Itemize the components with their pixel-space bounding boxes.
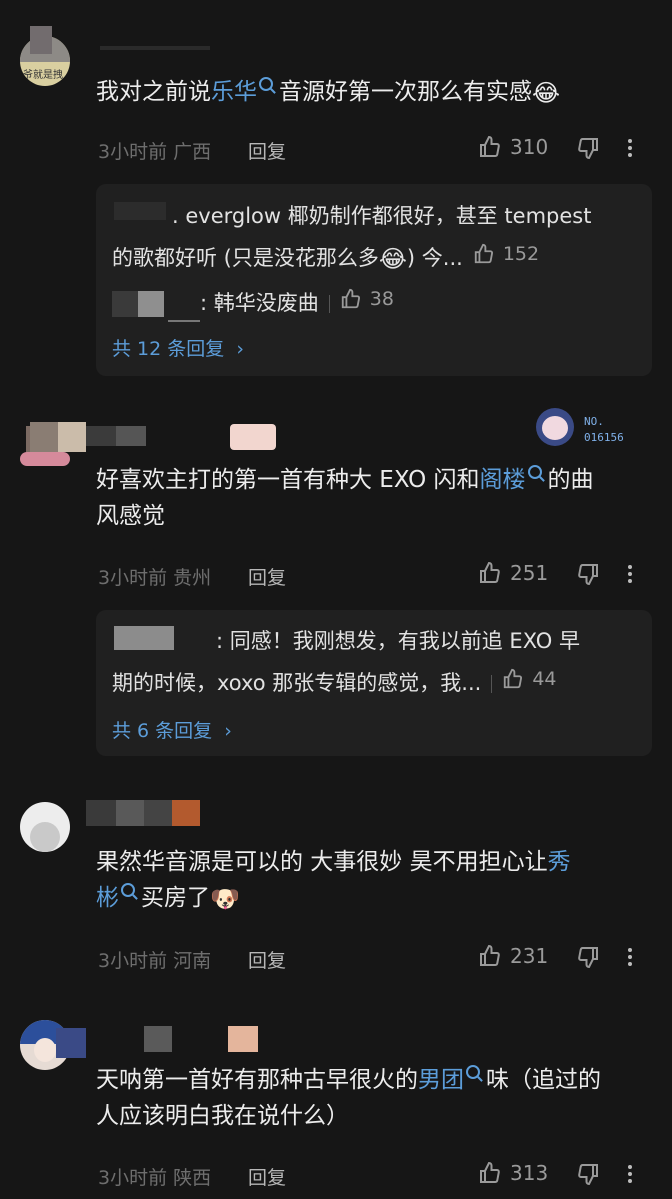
like-button[interactable]: 313 — [478, 1161, 548, 1185]
thumbs-down-icon — [578, 138, 598, 160]
reply-button[interactable]: 回复 — [248, 137, 286, 164]
keyword-link[interactable]: 彬 — [96, 885, 119, 911]
thumbs-up-icon — [480, 561, 500, 583]
laughing-emoji-icon: 😂 — [378, 245, 407, 273]
comment-item: NO. 016156 好喜欢主打的第一首有种大 EXO 闪和阁楼 的曲 风感觉 3… — [0, 400, 672, 770]
comment-text: 好喜欢主打的第一首有种大 EXO 闪和阁楼 的曲 风感觉 — [96, 465, 594, 529]
view-more-replies-button[interactable]: 共 12 条回复 › — [112, 334, 244, 361]
more-options-button[interactable] — [628, 1162, 634, 1186]
fan-badge-number: NO. 016156 — [584, 415, 624, 444]
like-button[interactable]: 251 — [478, 561, 548, 585]
username-blurred[interactable] — [172, 800, 200, 826]
search-icon — [466, 1065, 480, 1079]
username-blurred[interactable] — [86, 426, 116, 446]
avatar-label: 爷就是拽 — [23, 70, 63, 81]
comment-text: 我对之前说乐华 音源好第一次那么有实感😂 — [96, 74, 636, 111]
search-icon — [259, 77, 273, 91]
thumbs-up-icon — [341, 288, 360, 309]
comment-item: 天呐第一首好有那种古早很火的男团 味（追过的 人应该明白我在说什么） 3小时前 陕… — [0, 1010, 672, 1199]
username-blurred[interactable] — [144, 1026, 172, 1052]
keyword-link[interactable]: 阁楼 — [480, 467, 526, 493]
more-options-button[interactable] — [628, 562, 634, 586]
comment-meta: 3小时前 河南 — [98, 950, 212, 972]
thumbs-down-icon — [578, 564, 598, 586]
reply-text[interactable]: : 同感！我刚想发，有我以前追 EXO 早 期的时候，xoxo 那张专辑的感觉，… — [112, 622, 632, 702]
more-options-button[interactable] — [628, 945, 634, 969]
reply-like[interactable]: 44 — [502, 660, 557, 698]
search-icon — [527, 465, 542, 479]
comment-meta: 3小时前 广西 — [98, 141, 212, 163]
fan-badge[interactable] — [530, 402, 580, 448]
reply-like[interactable]: 152 — [473, 235, 539, 273]
chevron-right-icon: › — [224, 720, 232, 742]
thumbs-down-icon — [578, 947, 598, 969]
dislike-button[interactable] — [576, 1162, 600, 1190]
comment-meta: 3小时前 贵州 — [98, 567, 212, 589]
keyword-link[interactable]: 乐华 — [211, 79, 257, 105]
like-button[interactable]: 231 — [478, 944, 548, 968]
username-blurred[interactable] — [30, 26, 52, 54]
keyword-link[interactable]: 秀 — [548, 849, 571, 875]
thumbs-up-icon — [504, 668, 523, 689]
keyword-link[interactable]: 男团 — [418, 1067, 464, 1093]
view-more-replies-button[interactable]: 共 6 条回复 › — [112, 716, 232, 743]
dislike-button[interactable] — [576, 136, 600, 164]
reply-preview-box: : 同感！我刚想发，有我以前追 EXO 早 期的时候，xoxo 那张专辑的感觉，… — [96, 610, 652, 756]
reply-text[interactable]: : 韩华没废曲 38 — [112, 280, 632, 322]
level-badge — [230, 424, 276, 450]
search-icon — [121, 883, 135, 897]
comment-item: 爷就是拽 我对之前说乐华 音源好第一次那么有实感😂 3小时前 广西 回复 310 … — [0, 0, 672, 380]
reply-button[interactable]: 回复 — [248, 563, 286, 590]
laughing-emoji-icon: 😂 — [532, 78, 561, 107]
chevron-right-icon: › — [236, 338, 244, 360]
reply-like[interactable]: 38 — [340, 280, 394, 318]
dislike-button[interactable] — [576, 562, 600, 590]
comment-meta: 3小时前 陕西 — [98, 1167, 212, 1189]
reply-button[interactable]: 回复 — [248, 946, 286, 973]
like-button[interactable]: 310 — [478, 135, 548, 159]
thumbs-up-icon — [480, 1161, 500, 1183]
doge-emoji-icon: 🐶 — [210, 884, 240, 913]
username-blurred[interactable] — [86, 800, 116, 826]
username-blurred[interactable] — [116, 800, 144, 826]
thumbs-up-icon — [480, 135, 500, 157]
username-blurred[interactable] — [30, 422, 58, 452]
reply-button[interactable]: 回复 — [248, 1163, 286, 1190]
thumbs-down-icon — [578, 1164, 598, 1186]
username-blurred[interactable] — [228, 1026, 258, 1052]
username-blurred[interactable] — [58, 422, 86, 452]
thumbs-up-icon — [480, 944, 500, 966]
username-blurred[interactable] — [56, 1028, 86, 1058]
dislike-button[interactable] — [576, 945, 600, 973]
username-blurred[interactable] — [100, 46, 210, 50]
thumbs-up-icon — [474, 243, 493, 264]
reply-text[interactable]: . everglow 椰奶制作都很好，甚至 tempest 的歌都好听 (只是没… — [112, 197, 632, 278]
comment-text: 天呐第一首好有那种古早很火的男团 味（追过的 人应该明白我在说什么） — [96, 1065, 601, 1129]
username-blurred[interactable] — [116, 426, 146, 446]
avatar[interactable] — [20, 802, 70, 852]
comment-text: 果然华音源是可以的 大事很妙 昊不用担心让秀 彬买房了🐶 — [96, 844, 636, 917]
more-options-button[interactable] — [628, 136, 634, 160]
comment-item: 果然华音源是可以的 大事很妙 昊不用担心让秀 彬买房了🐶 3小时前 河南 回复 … — [0, 790, 672, 1000]
reply-preview-box: . everglow 椰奶制作都很好，甚至 tempest 的歌都好听 (只是没… — [96, 184, 652, 376]
username-blurred[interactable] — [144, 800, 172, 826]
